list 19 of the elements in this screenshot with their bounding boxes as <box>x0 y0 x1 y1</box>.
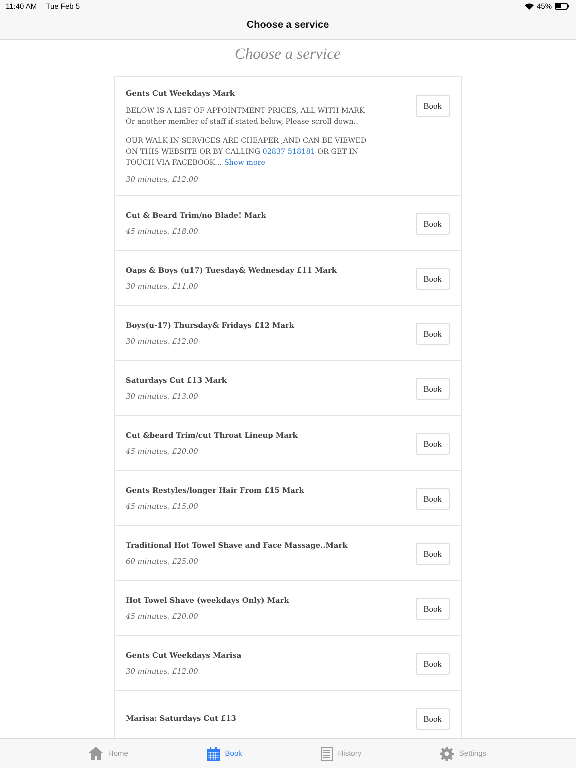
book-button[interactable]: Book <box>416 322 450 345</box>
book-button[interactable]: Book <box>416 378 450 400</box>
wifi-icon <box>524 2 534 10</box>
book-button[interactable]: Book <box>416 708 450 730</box>
list-icon <box>321 746 334 760</box>
book-button[interactable]: Book <box>416 95 450 117</box>
book-button[interactable]: Book <box>416 212 450 235</box>
nav-title: Choose a service <box>246 20 330 31</box>
home-icon <box>89 747 104 760</box>
book-button[interactable]: Book <box>416 268 450 290</box>
book-button[interactable]: Book <box>416 542 450 565</box>
book-button[interactable]: Book <box>416 488 450 510</box>
gear-icon <box>440 746 454 760</box>
battery-icon <box>555 2 570 10</box>
calendar-icon <box>207 746 220 760</box>
book-button[interactable]: Book <box>416 652 450 675</box>
book-button[interactable]: Book <box>416 432 450 455</box>
page-heading: Choose a service <box>235 46 341 64</box>
book-button[interactable]: Book <box>416 598 450 620</box>
